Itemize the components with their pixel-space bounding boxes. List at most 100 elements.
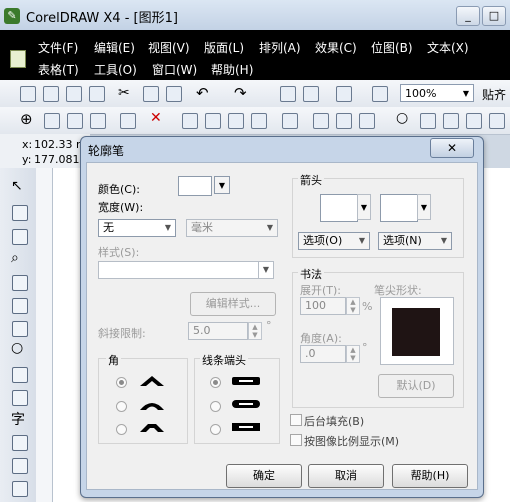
- dialog-close-button[interactable]: ✕: [430, 138, 474, 158]
- copy-icon[interactable]: [143, 86, 159, 102]
- rectangle-icon[interactable]: [443, 113, 459, 129]
- new-document-icon[interactable]: [20, 86, 36, 102]
- menu-file[interactable]: 文件(F): [38, 39, 78, 56]
- color-swatch-button[interactable]: [178, 176, 212, 196]
- menu-layout[interactable]: 版面(L): [204, 39, 244, 56]
- arrow-options-left-button[interactable]: 选项(O) ▼: [298, 232, 370, 250]
- combine-icon[interactable]: [182, 113, 198, 129]
- default-button[interactable]: 默认(D): [378, 374, 454, 398]
- export-icon[interactable]: [303, 86, 319, 102]
- help-button[interactable]: 帮助(H): [392, 464, 468, 488]
- delete-icon[interactable]: ✕: [150, 110, 162, 126]
- polygon-tool-icon[interactable]: [12, 367, 28, 383]
- miter-limit-spinner[interactable]: ▲ ▼: [248, 322, 262, 340]
- cancel-button[interactable]: 取消: [308, 464, 384, 488]
- menu-effects[interactable]: 效果(C): [315, 39, 357, 56]
- menu-arrange[interactable]: 排列(A): [259, 39, 301, 56]
- zoom-level-value: 100%: [405, 87, 437, 100]
- ok-button[interactable]: 确定: [226, 464, 302, 488]
- smart-fill-tool-icon[interactable]: [12, 298, 28, 314]
- maximize-button[interactable]: □: [482, 6, 506, 26]
- crop-tool-icon[interactable]: [12, 229, 28, 245]
- snap-to-button[interactable]: 贴齐: [482, 86, 506, 103]
- angle-degree-symbol: °: [362, 341, 368, 354]
- redo-icon[interactable]: ↷: [234, 84, 247, 102]
- cap-square-radio[interactable]: [210, 424, 221, 435]
- stretch-field[interactable]: 100: [300, 297, 346, 315]
- chevron-down-icon[interactable]: ▼: [417, 194, 431, 220]
- cap-butt-radio[interactable]: [210, 377, 221, 388]
- menu-view[interactable]: 视图(V): [148, 39, 190, 56]
- behind-fill-checkbox[interactable]: [290, 414, 302, 426]
- chevron-down-icon[interactable]: ▼: [357, 194, 371, 220]
- outline-icon[interactable]: [466, 113, 482, 129]
- corner-style-previews: [140, 376, 164, 432]
- pick-tool-icon[interactable]: ↖: [11, 178, 23, 194]
- cut-icon[interactable]: ✂: [118, 85, 130, 101]
- arrow-options-right-button[interactable]: 选项(N) ▼: [378, 232, 452, 250]
- minimize-button[interactable]: _: [456, 6, 480, 26]
- corner-round-radio[interactable]: [116, 401, 127, 412]
- eyedropper-tool-icon[interactable]: [12, 481, 28, 497]
- zoom-level-combo[interactable]: 100% ▼: [400, 84, 474, 102]
- ungroup-icon[interactable]: [251, 113, 267, 129]
- document-icon: [10, 50, 26, 68]
- table-tool-icon[interactable]: [12, 435, 28, 451]
- corner-miter-radio[interactable]: [116, 377, 127, 388]
- group-icon[interactable]: [228, 113, 244, 129]
- menu-text[interactable]: 文本(X): [427, 39, 469, 56]
- circle-icon[interactable]: ○: [396, 110, 408, 126]
- text-tool-icon[interactable]: 字: [11, 409, 25, 429]
- target-icon[interactable]: ⊕: [20, 110, 33, 128]
- intersect-icon[interactable]: [359, 113, 375, 129]
- interactive-tool-icon[interactable]: [12, 458, 28, 474]
- align-icon[interactable]: [282, 113, 298, 129]
- unit-value: 毫米: [191, 221, 213, 234]
- weld-icon[interactable]: [313, 113, 329, 129]
- break-apart-icon[interactable]: [205, 113, 221, 129]
- welcome-screen-icon[interactable]: [372, 86, 388, 102]
- grid-icon[interactable]: [120, 113, 136, 129]
- scale-with-image-checkbox[interactable]: [290, 434, 302, 446]
- angle-spinner[interactable]: ▲ ▼: [346, 345, 360, 363]
- trim-icon[interactable]: [336, 113, 352, 129]
- ellipse-tool-icon[interactable]: ○: [11, 340, 23, 356]
- unit-select[interactable]: 毫米 ▼: [186, 219, 278, 237]
- cap-round-radio[interactable]: [210, 401, 221, 412]
- undo-icon[interactable]: ↶: [196, 84, 209, 102]
- corner-bevel-radio[interactable]: [116, 424, 127, 435]
- import-icon[interactable]: [280, 86, 296, 102]
- wrap-icon[interactable]: [489, 113, 505, 129]
- stretch-spinner[interactable]: ▲ ▼: [346, 297, 360, 315]
- menu-edit[interactable]: 编辑(E): [94, 39, 135, 56]
- start-arrow-selector[interactable]: [320, 194, 358, 222]
- edit-style-button[interactable]: 编辑样式...: [190, 292, 276, 316]
- menu-bitmaps[interactable]: 位图(B): [371, 39, 413, 56]
- fill-icon[interactable]: [420, 113, 436, 129]
- angle-field[interactable]: .0: [300, 345, 346, 363]
- copy-properties-icon[interactable]: [67, 113, 83, 129]
- application-launcher-icon[interactable]: [336, 86, 352, 102]
- open-icon[interactable]: [43, 86, 59, 102]
- menu-window[interactable]: 窗口(W): [152, 61, 197, 78]
- style-select[interactable]: ▼: [98, 261, 274, 279]
- rectangle-tool-icon[interactable]: [12, 321, 28, 337]
- end-arrow-selector[interactable]: [380, 194, 418, 222]
- print-icon[interactable]: [89, 86, 105, 102]
- shape-tool-icon[interactable]: [12, 205, 28, 221]
- angle-label: 角度(A):: [300, 332, 342, 345]
- chevron-down-icon[interactable]: ▼: [214, 176, 230, 194]
- paste-icon[interactable]: [166, 86, 182, 102]
- coreldraw-app-icon: ✎: [4, 8, 20, 24]
- duplicate-icon[interactable]: [90, 113, 106, 129]
- save-icon[interactable]: [66, 86, 82, 102]
- zoom-tool-icon[interactable]: ⌕: [11, 250, 19, 266]
- miter-limit-field[interactable]: 5.0: [188, 322, 248, 340]
- menu-help[interactable]: 帮助(H): [211, 61, 253, 78]
- menu-table[interactable]: 表格(T): [38, 61, 79, 78]
- object-icon[interactable]: [44, 113, 60, 129]
- basic-shapes-tool-icon[interactable]: [12, 390, 28, 406]
- freehand-tool-icon[interactable]: [12, 275, 28, 291]
- width-select[interactable]: 无 ▼: [98, 219, 176, 237]
- menu-tools[interactable]: 工具(O): [94, 61, 137, 78]
